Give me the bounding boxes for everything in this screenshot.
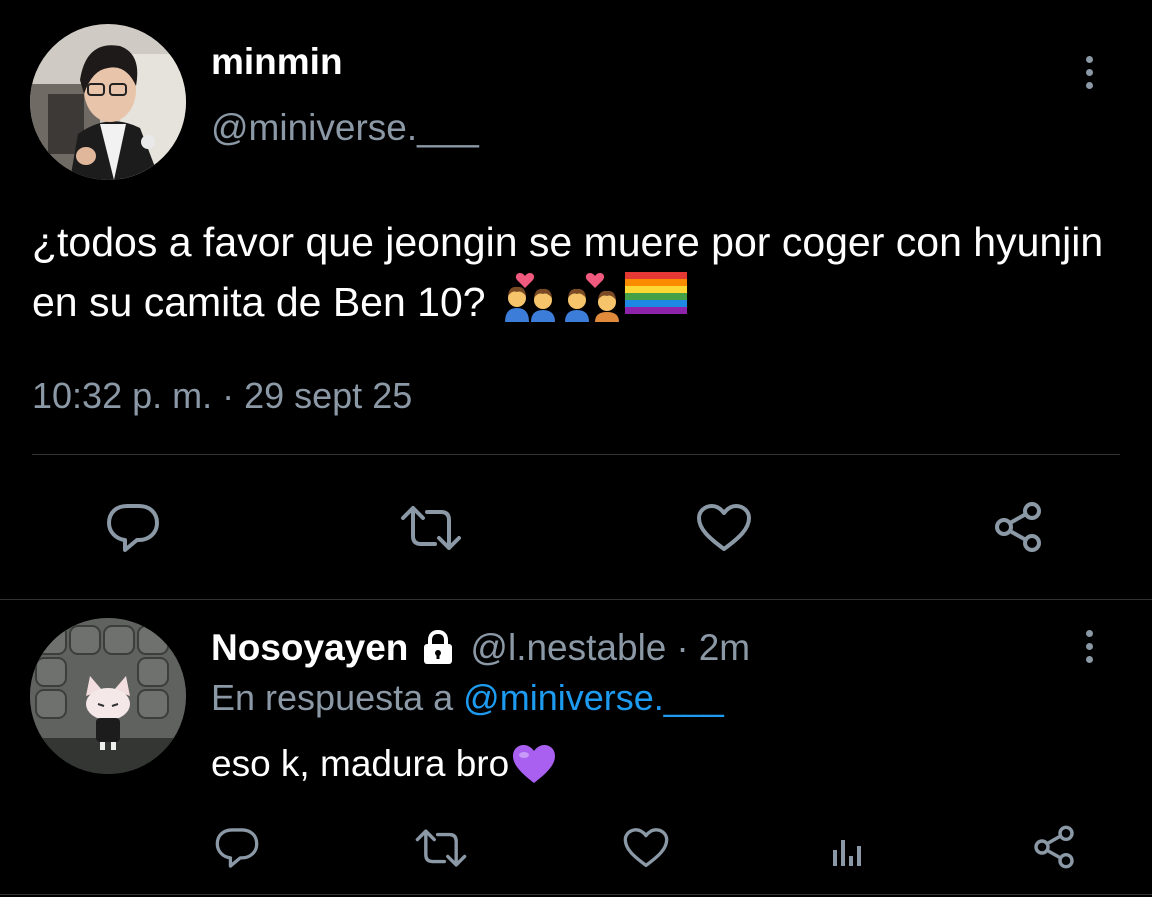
reply-body: eso k, madura bro [211, 743, 510, 784]
reply-like-icon[interactable] [620, 825, 672, 871]
divider [32, 454, 1120, 455]
reply-reply-icon[interactable] [212, 825, 262, 871]
couple-with-heart-emoji-icon [505, 273, 555, 322]
tweet-text: ¿todos a favor que jeongin se muere por … [32, 215, 1142, 330]
display-name[interactable]: minmin [211, 40, 343, 84]
like-icon[interactable] [694, 500, 754, 556]
lock-icon [420, 630, 456, 666]
rainbow-flag-icon [625, 272, 687, 314]
more-options-icon[interactable] [1082, 56, 1096, 89]
reply-share-icon[interactable] [1028, 822, 1080, 872]
kiss-emoji-icon [565, 273, 619, 322]
tweet-timestamp[interactable]: 10:32 p. m. · 29 sept 25 [32, 374, 412, 418]
tweet-separator [0, 599, 1152, 600]
handle[interactable]: @miniverse.___ [211, 106, 479, 150]
reply-icon[interactable] [103, 500, 163, 556]
reply-text: eso k, madura bro [211, 742, 557, 786]
reply-display-name[interactable]: Nosoyayen [211, 626, 408, 670]
tweet-emojis [503, 270, 687, 322]
reply-more-options-icon[interactable] [1082, 630, 1096, 663]
avatar[interactable] [30, 24, 186, 180]
bottom-separator [0, 894, 1152, 895]
reply-header: Nosoyayen @l.nestable · 2m [211, 626, 750, 670]
meta-separator: · [676, 627, 689, 668]
replying-to: En respuesta a @miniverse.___ [211, 676, 724, 720]
share-icon[interactable] [988, 498, 1048, 556]
analytics-icon[interactable] [826, 825, 872, 871]
reply-handle[interactable]: @l.nestable [470, 626, 666, 670]
purple-heart-icon [513, 745, 556, 783]
replying-to-mention[interactable]: @miniverse.___ [463, 677, 724, 718]
reply-retweet-icon[interactable] [413, 825, 469, 871]
reply-avatar[interactable] [30, 618, 186, 774]
retweet-icon[interactable] [398, 500, 464, 556]
replying-to-label: En respuesta a [211, 677, 454, 718]
reply-time[interactable]: 2m [699, 626, 750, 670]
